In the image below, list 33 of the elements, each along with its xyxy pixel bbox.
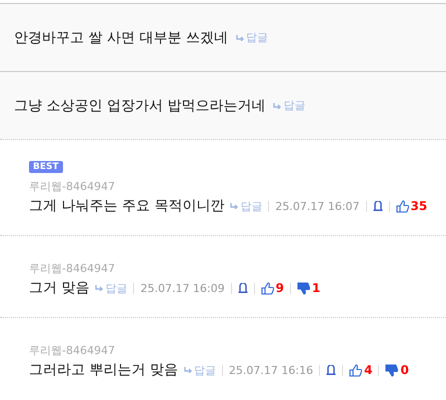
- reply-arrow-icon: [230, 203, 240, 209]
- report-icon[interactable]: [326, 365, 336, 375]
- like-button[interactable]: 4: [349, 363, 372, 377]
- author-name: 루리웹-8464947: [29, 179, 116, 194]
- thumbs-down-icon: [385, 364, 398, 376]
- thumbs-down-icon: [297, 282, 310, 294]
- reply-arrow-icon: [95, 285, 104, 291]
- reply-link[interactable]: 답글: [95, 280, 128, 296]
- reply-link[interactable]: 답글: [230, 198, 262, 214]
- comment-text: 그거 맞음: [29, 279, 90, 297]
- thumbs-up-icon: [349, 364, 362, 376]
- best-badge: BEST: [29, 161, 63, 173]
- comment-text: 그게 나눠주는 주요 목적이니깐: [29, 197, 224, 215]
- report-icon[interactable]: [238, 283, 248, 293]
- reply-link[interactable]: 답글: [184, 362, 216, 378]
- author-name: 루리웹-8464947: [29, 343, 116, 358]
- report-icon[interactable]: [372, 201, 383, 211]
- dislike-button[interactable]: 0: [385, 363, 409, 377]
- thumbs-up-icon: [260, 282, 274, 294]
- thumbs-up-icon: [396, 200, 409, 212]
- author-name: 루리웹-8464947: [29, 261, 116, 276]
- comment-text: 그냥 소상공인 업장가서 밥먹으라는거네: [14, 96, 266, 114]
- reply-arrow-icon: [236, 34, 245, 40]
- reply-arrow-icon: [273, 102, 282, 108]
- comment-time: 25.07.17 16:16: [228, 364, 314, 376]
- comment-text: 안경바꾸고 쌀 사면 대부분 쓰겠네: [14, 28, 228, 46]
- reply-arrow-icon: [184, 367, 193, 373]
- comment-text: 그러라고 뿌리는거 맞음: [29, 361, 178, 379]
- like-button[interactable]: 9: [260, 281, 284, 295]
- comment-time: 25.07.17 16:07: [275, 200, 360, 212]
- dislike-button[interactable]: 1: [297, 281, 320, 295]
- like-button[interactable]: 35: [396, 199, 428, 213]
- comment-time: 25.07.17 16:09: [140, 282, 225, 294]
